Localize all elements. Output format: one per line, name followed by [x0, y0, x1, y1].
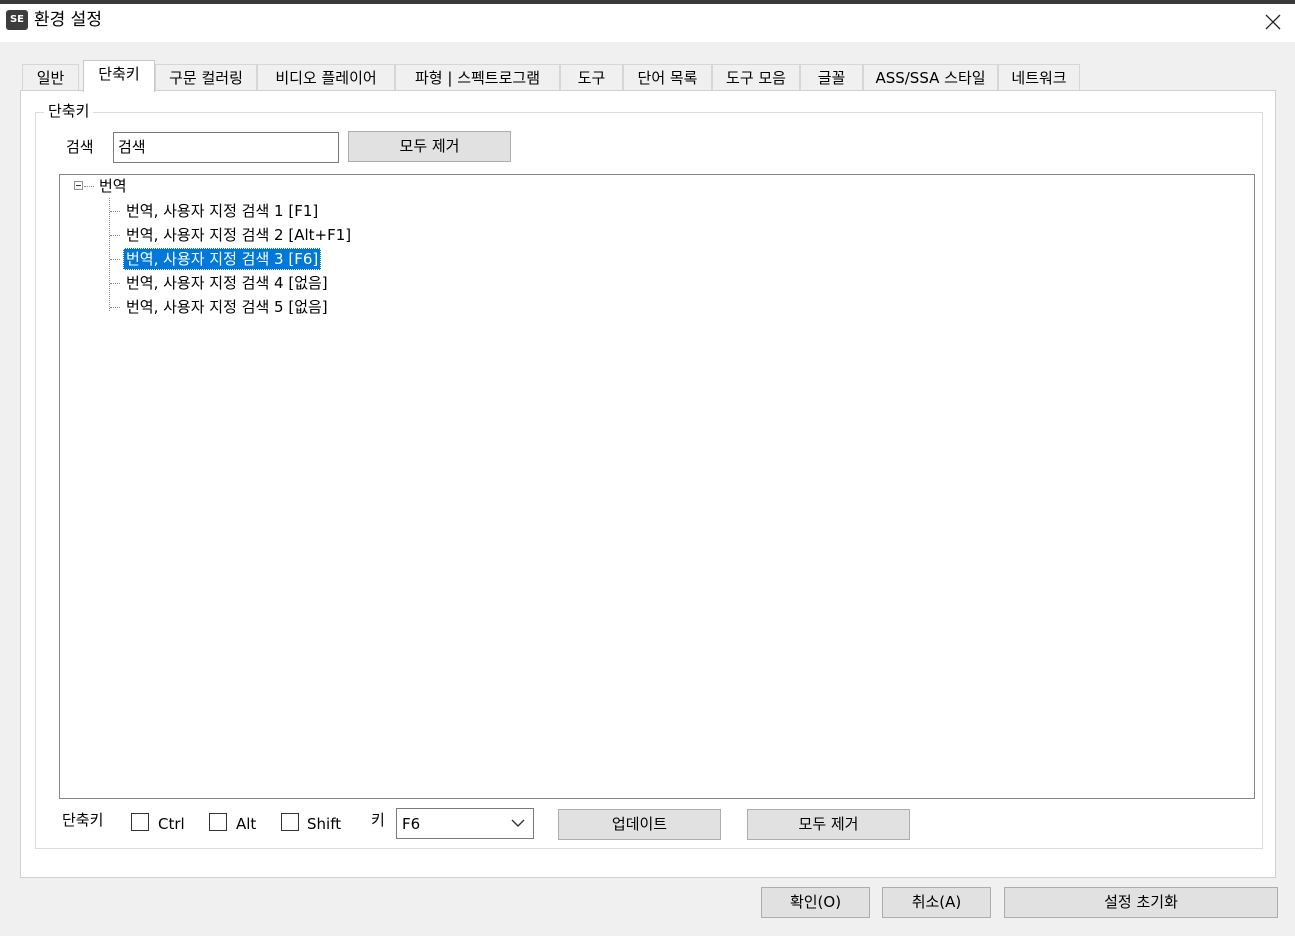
alt-checkbox[interactable] [209, 813, 227, 831]
tab-network[interactable]: 네트워크 [998, 64, 1080, 90]
tab-word-lists[interactable]: 단어 목록 [623, 64, 712, 90]
shortcut-label: 단축키 [62, 811, 104, 829]
title-bar [0, 4, 1295, 42]
shift-checkbox[interactable] [281, 813, 299, 831]
tree-connector [110, 259, 120, 261]
key-select[interactable]: F6 [396, 808, 534, 839]
tree-item[interactable]: 번역, 사용자 지정 검색 1 [F1] [123, 200, 321, 222]
tree-connector [84, 186, 94, 188]
close-button[interactable] [1250, 4, 1295, 40]
app-icon: SE [6, 10, 28, 30]
search-label: 검색 [66, 138, 94, 156]
alt-label: Alt [236, 815, 257, 833]
tab-general[interactable]: 일반 [22, 64, 79, 90]
tree-connector [110, 211, 120, 213]
cancel-button[interactable]: 취소(A) [882, 887, 991, 918]
tab-ass-ssa-styles[interactable]: ASS/SSA 스타일 [863, 64, 998, 90]
key-label: 키 [371, 811, 385, 829]
tree-connector [109, 198, 111, 311]
tab-shortcuts[interactable]: 단축키 [83, 60, 155, 92]
ok-button[interactable]: 확인(O) [761, 887, 870, 918]
shift-label: Shift [307, 815, 342, 833]
reset-settings-button[interactable]: 설정 초기화 [1004, 887, 1278, 918]
ctrl-checkbox[interactable] [131, 813, 149, 831]
clear-shortcut-button[interactable]: 모두 제거 [747, 809, 910, 840]
tree-connector [110, 283, 120, 285]
tab-syntax-coloring[interactable]: 구문 컬러링 [155, 64, 257, 90]
update-button[interactable]: 업데이트 [558, 809, 721, 840]
tree-item[interactable]: 번역, 사용자 지정 검색 4 [없음] [123, 272, 331, 294]
tree-item-selected[interactable]: 번역, 사용자 지정 검색 3 [F6] [123, 248, 322, 270]
tab-toolbar[interactable]: 도구 모음 [712, 64, 800, 90]
tree-item[interactable]: 번역, 사용자 지정 검색 2 [Alt+F1] [123, 224, 354, 246]
tree-item[interactable]: 번역, 사용자 지정 검색 5 [없음] [123, 296, 331, 318]
chevron-down-icon [511, 819, 525, 827]
tree-root-node[interactable]: 번역 [96, 175, 130, 197]
tree-connector [110, 235, 120, 237]
close-icon [1265, 14, 1281, 30]
key-select-value: F6 [402, 815, 421, 833]
clear-search-button[interactable]: 모두 제거 [348, 131, 511, 162]
ctrl-label: Ctrl [158, 815, 185, 833]
search-input[interactable]: 검색 [113, 132, 339, 163]
tab-waveform-spectrogram[interactable]: 파형 | 스펙트로그램 [395, 64, 560, 90]
tab-font[interactable]: 글꼴 [800, 64, 863, 90]
tab-tools[interactable]: 도구 [560, 64, 623, 90]
window-title: 환경 설정 [34, 10, 102, 30]
collapse-icon[interactable] [74, 181, 83, 190]
groupbox-title: 단축키 [44, 101, 94, 121]
tree-connector [110, 307, 120, 309]
tab-video-player[interactable]: 비디오 플레이어 [257, 64, 395, 90]
